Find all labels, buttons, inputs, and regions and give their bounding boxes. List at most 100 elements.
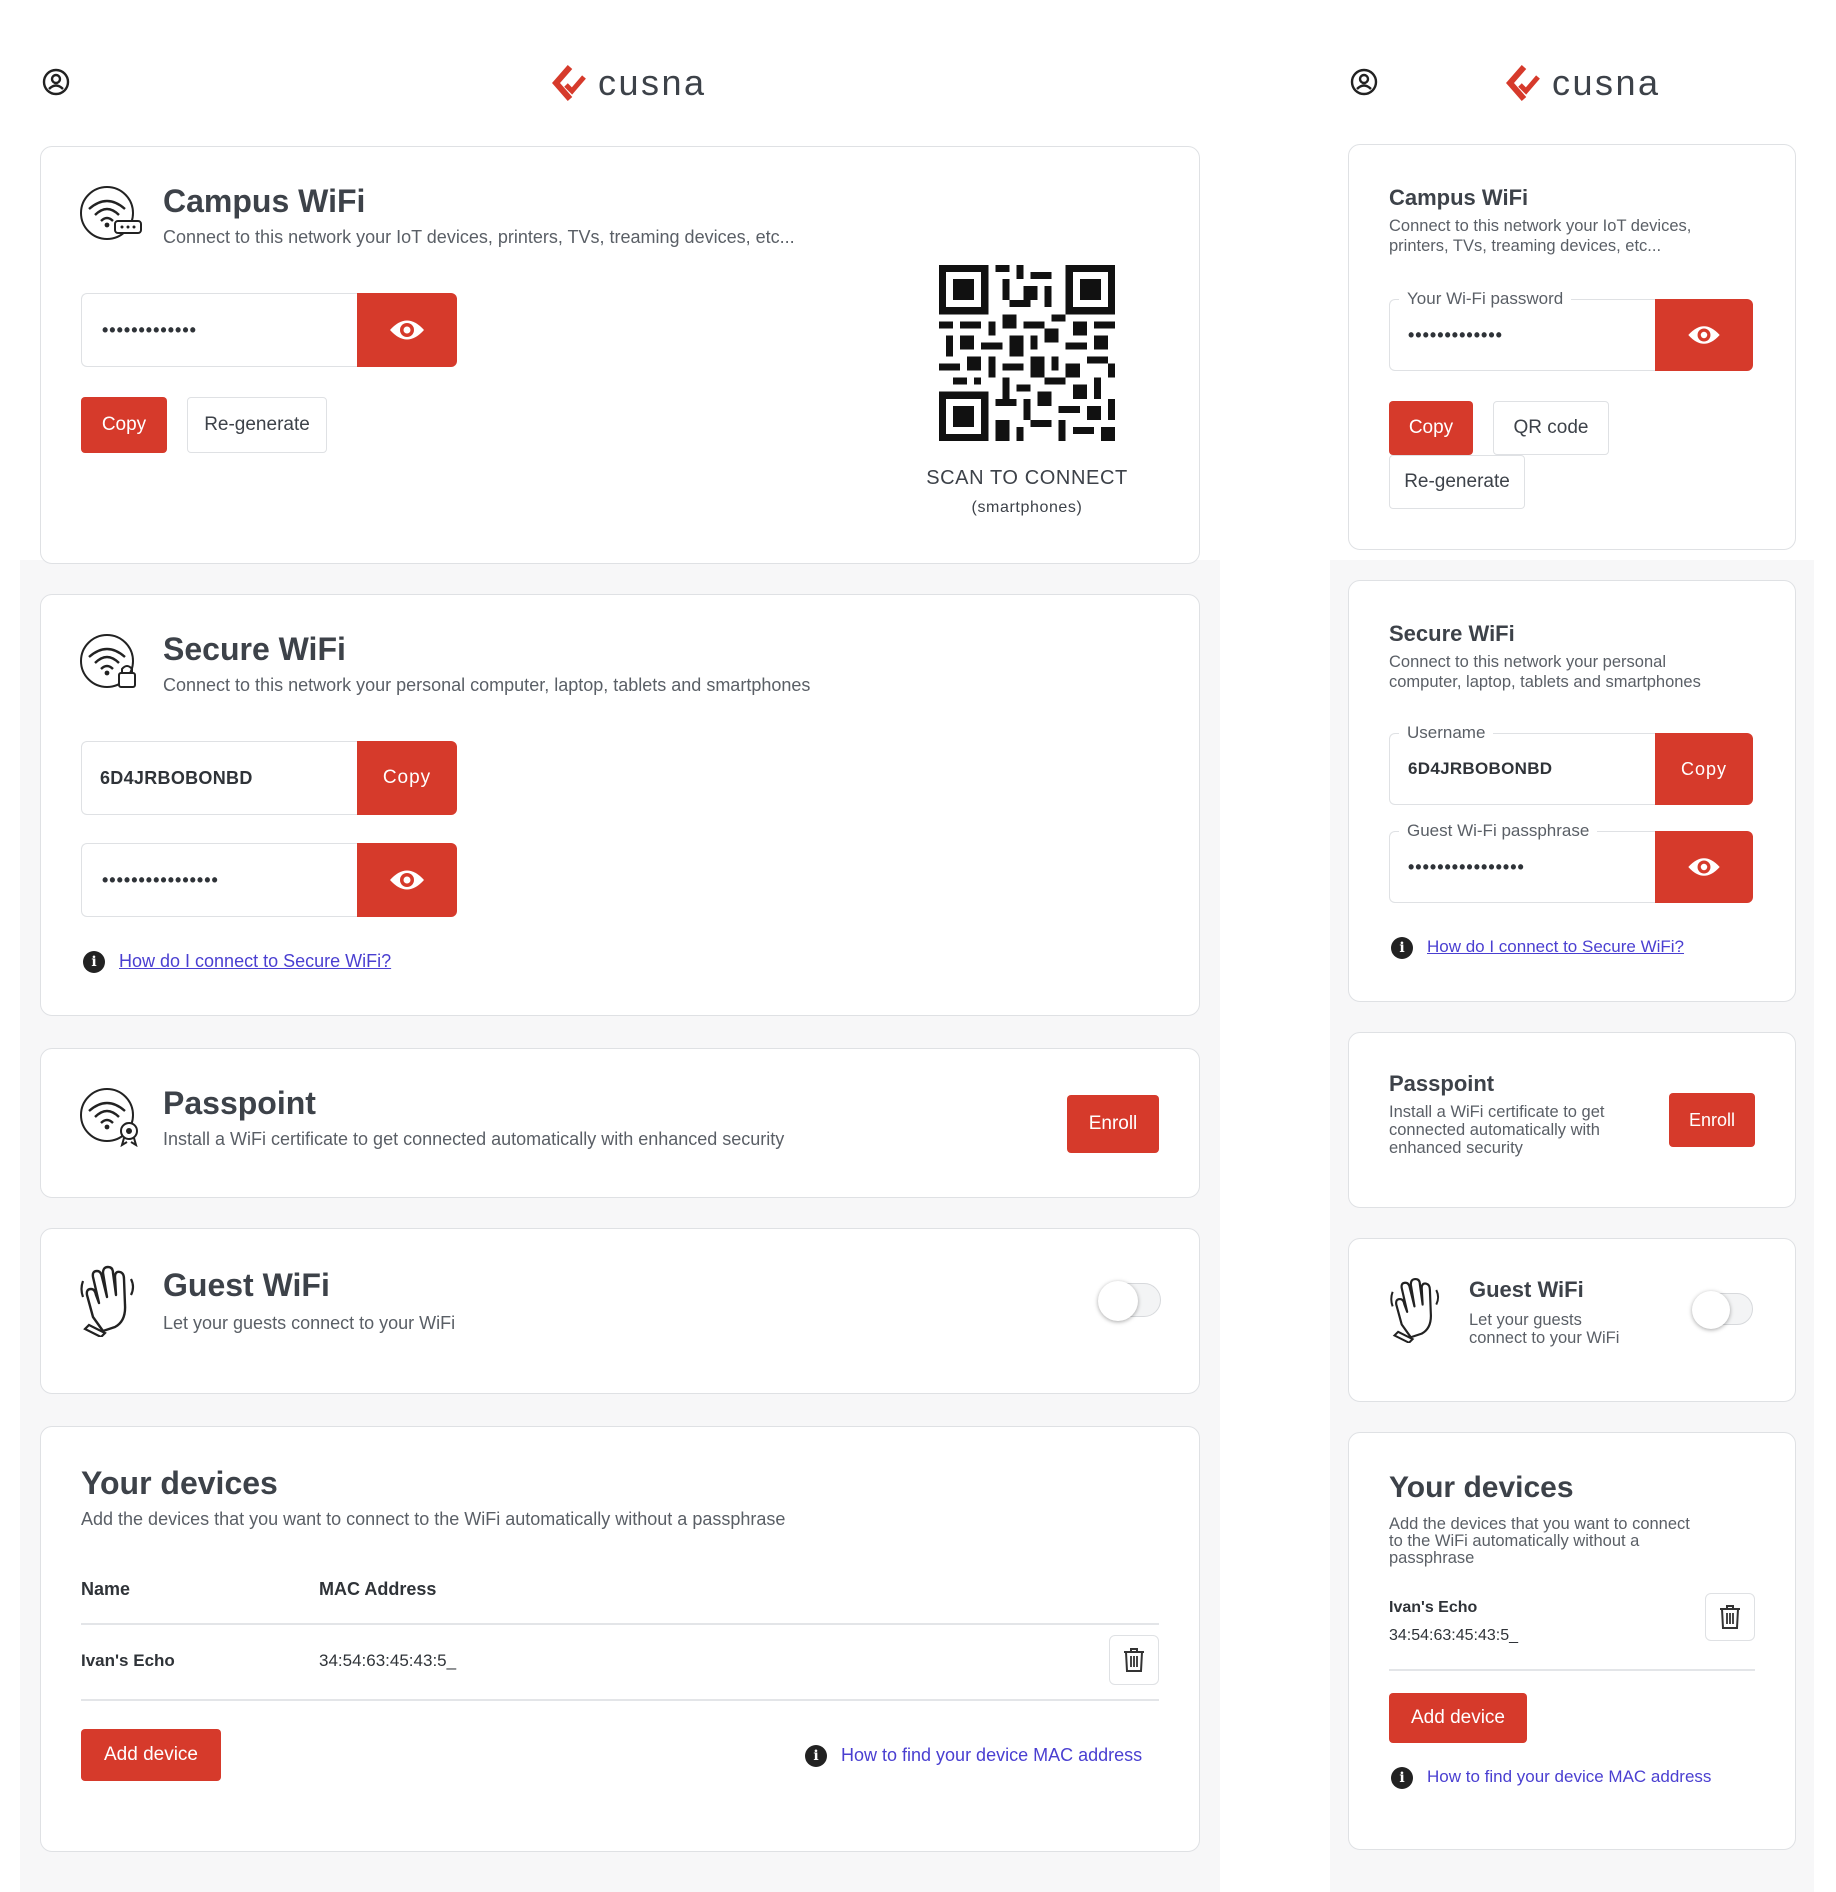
guest-wifi-card: Guest WiFi Let your guests connect to yo… <box>40 1228 1200 1394</box>
secure-wifi-card: Secure WiFi Connect to this network your… <box>40 594 1200 1016</box>
mac-help-link[interactable]: How to find your device MAC address <box>841 1745 1142 1766</box>
secure-passphrase-field[interactable]: •••••••••••••••• <box>81 843 361 917</box>
mobile-campus-wifi-card: Campus WiFi Connect to this network your… <box>1348 144 1796 550</box>
mobile-guest-description-line2: connect to your WiFi <box>1469 1329 1620 1347</box>
mobile-passpoint-title: Passpoint <box>1389 1071 1495 1096</box>
brand-name: cusna <box>1552 62 1661 103</box>
mobile-regenerate-button[interactable]: Re-generate <box>1389 455 1525 509</box>
secure-passphrase-value: •••••••••••••••• <box>102 869 219 890</box>
campus-password-field[interactable]: ••••••••••••• <box>81 293 361 367</box>
list-item: Ivan's Echo 34:54:63:45:43:5_ <box>1389 1593 1755 1671</box>
mobile-secure-help-link[interactable]: How do I connect to Secure WiFi? <box>1427 937 1684 957</box>
devices-title: Your devices <box>81 1465 278 1501</box>
campus-password-value: ••••••••••••• <box>102 319 197 340</box>
campus-show-password-button[interactable] <box>357 293 457 367</box>
trash-icon <box>1124 1648 1144 1672</box>
mobile-device-name: Ivan's Echo <box>1389 1599 1478 1616</box>
mobile-guest-description-line1: Let your guests <box>1469 1311 1582 1329</box>
devices-description: Add the devices that you want to connect… <box>81 1509 786 1529</box>
mobile-guest-wifi-card: Guest WiFi Let your guests connect to yo… <box>1348 1238 1796 1402</box>
passpoint-title: Passpoint <box>163 1085 316 1121</box>
mobile-password-value: ••••••••••••• <box>1408 324 1503 345</box>
device-mac: 34:54:63:45:43:5_ <box>319 1651 457 1670</box>
table-divider <box>81 1699 1159 1701</box>
brand-logo: cusna <box>550 62 707 104</box>
mobile-secure-description-line1: Connect to this network your personal <box>1389 653 1666 671</box>
mobile-show-passphrase-button[interactable] <box>1655 831 1753 903</box>
mobile-passpoint-card: Passpoint Install a WiFi certificate to … <box>1348 1032 1796 1208</box>
info-icon: i <box>83 951 105 973</box>
mobile-mac-help-link[interactable]: How to find your device MAC address <box>1427 1767 1711 1787</box>
passpoint-enroll-button[interactable]: Enroll <box>1067 1095 1159 1153</box>
mobile-qr-code-button[interactable]: QR code <box>1493 401 1609 455</box>
wifi-certificate-icon <box>80 1088 138 1147</box>
wifi-lock-icon <box>80 634 136 688</box>
mobile-passphrase-label: Guest Wi-Fi passphrase <box>1399 821 1598 841</box>
waving-hand-icon <box>80 1265 135 1337</box>
cusna-chevron-logo-icon <box>1506 65 1540 101</box>
user-circle-icon[interactable] <box>1350 68 1378 96</box>
campus-wifi-title: Campus WiFi <box>163 183 366 219</box>
guest-wifi-title: Guest WiFi <box>163 1267 330 1303</box>
mobile-username-label: Username <box>1399 723 1494 743</box>
secure-username-value: 6D4JRBOBONBD <box>100 767 253 788</box>
delete-device-button[interactable] <box>1109 1635 1159 1685</box>
toggle-knob <box>1692 1291 1730 1329</box>
secure-show-passphrase-button[interactable] <box>357 843 457 917</box>
mobile-guest-toggle[interactable] <box>1692 1291 1753 1329</box>
mobile-secure-wifi-card: Secure WiFi Connect to this network your… <box>1348 580 1796 1002</box>
campus-wifi-description: Connect to this network your IoT devices… <box>163 227 795 247</box>
mobile-secure-title: Secure WiFi <box>1389 621 1515 646</box>
mobile-passphrase-field[interactable]: •••••••••••••••• <box>1389 831 1659 903</box>
mobile-campus-description-line2: printers, TVs, treaming devices, etc... <box>1389 237 1662 255</box>
mobile-add-device-button[interactable]: Add device <box>1389 1693 1527 1743</box>
device-name: Ivan's Echo <box>81 1651 175 1670</box>
list-divider <box>1389 1669 1755 1671</box>
add-device-button[interactable]: Add device <box>81 1729 221 1781</box>
secure-help-link[interactable]: How do I connect to Secure WiFi? <box>119 951 391 972</box>
mobile-password-field[interactable]: ••••••••••••• <box>1389 299 1659 371</box>
campus-copy-button[interactable]: Copy <box>81 397 167 453</box>
info-icon: i <box>1391 1767 1413 1789</box>
mobile-passphrase-value: •••••••••••••••• <box>1408 856 1525 877</box>
eye-icon <box>1688 858 1720 876</box>
campus-wifi-card: Campus WiFi Connect to this network your… <box>40 146 1200 564</box>
mobile-password-label: Your Wi-Fi password <box>1399 289 1572 309</box>
table-row: Ivan's Echo 34:54:63:45:43:5_ <box>81 1623 1159 1699</box>
mobile-username-field[interactable]: 6D4JRBOBONBD <box>1389 733 1659 805</box>
brand-logo: cusna <box>1504 62 1661 104</box>
wifi-router-icon <box>80 186 142 240</box>
mobile-campus-description-line1: Connect to this network your IoT devices… <box>1389 217 1692 235</box>
mobile-devices-card: Your devices Add the devices that you wa… <box>1348 1432 1796 1850</box>
column-header-name: Name <box>81 1579 131 1599</box>
secure-username-field[interactable]: 6D4JRBOBONBD <box>81 741 361 815</box>
mobile-devices-description-line3: passphrase <box>1389 1549 1475 1567</box>
campus-regenerate-button[interactable]: Re-generate <box>187 397 327 453</box>
eye-icon <box>390 320 424 340</box>
cusna-chevron-logo-icon <box>552 65 586 101</box>
secure-wifi-description: Connect to this network your personal co… <box>163 675 811 695</box>
mobile-username-copy-button[interactable]: Copy <box>1655 733 1753 805</box>
qr-subcaption: (smartphones) <box>971 499 1083 516</box>
eye-icon <box>1688 326 1720 344</box>
column-header-mac: MAC Address <box>319 1579 437 1599</box>
eye-icon <box>390 870 424 890</box>
mobile-copy-button[interactable]: Copy <box>1389 401 1473 455</box>
passpoint-description: Install a WiFi certificate to get connec… <box>163 1129 785 1149</box>
user-circle-icon[interactable] <box>42 68 70 96</box>
secure-username-copy-button[interactable]: Copy <box>357 741 457 815</box>
guest-wifi-toggle[interactable] <box>1098 1281 1161 1321</box>
wifi-qr-code[interactable] <box>939 265 1115 441</box>
mobile-passpoint-description-line3: enhanced security <box>1389 1139 1523 1157</box>
mobile-passpoint-enroll-button[interactable]: Enroll <box>1669 1093 1755 1147</box>
mobile-show-password-button[interactable] <box>1655 299 1753 371</box>
devices-card: Your devices Add the devices that you wa… <box>40 1426 1200 1852</box>
brand-name: cusna <box>598 62 707 103</box>
waving-hand-icon <box>1390 1278 1440 1343</box>
mobile-delete-device-button[interactable] <box>1705 1593 1755 1641</box>
mobile-devices-title: Your devices <box>1389 1471 1574 1504</box>
mobile-username-value: 6D4JRBOBONBD <box>1408 759 1553 778</box>
info-icon: i <box>805 1745 827 1767</box>
info-icon: i <box>1391 937 1413 959</box>
secure-wifi-title: Secure WiFi <box>163 631 346 667</box>
